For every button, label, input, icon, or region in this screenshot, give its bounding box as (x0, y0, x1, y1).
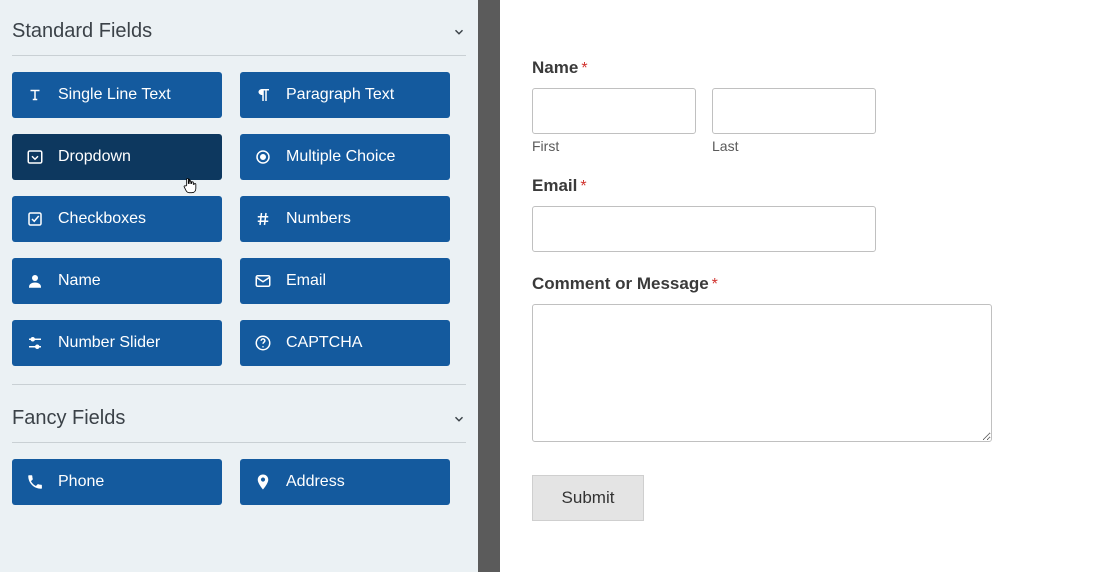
field-number-slider[interactable]: Number Slider (12, 320, 222, 366)
radio-icon (254, 148, 272, 166)
previous-field-cutoff (522, 0, 1062, 30)
map-pin-icon (254, 473, 272, 491)
field-phone[interactable]: Phone (12, 459, 222, 505)
paragraph-icon (254, 86, 272, 104)
email-label: Email (532, 176, 577, 195)
field-paragraph-text[interactable]: Paragraph Text (240, 72, 450, 118)
required-mark: * (712, 276, 718, 293)
divider (12, 384, 466, 385)
comment-textarea[interactable] (532, 304, 992, 442)
email-input[interactable] (532, 206, 876, 252)
required-mark: * (581, 60, 587, 77)
field-name[interactable]: Name (12, 258, 222, 304)
chevron-down-icon (452, 25, 466, 39)
panel-divider (478, 0, 500, 572)
fancy-fields-grid: Phone Address (12, 459, 466, 505)
fancy-fields-header[interactable]: Fancy Fields (12, 401, 466, 436)
field-label: Phone (58, 473, 104, 491)
field-label: Name (58, 272, 101, 290)
checkbox-icon (26, 210, 44, 228)
comment-label: Comment or Message (532, 274, 709, 293)
last-sublabel: Last (712, 138, 876, 154)
field-label: CAPTCHA (286, 334, 362, 352)
first-name-input[interactable] (532, 88, 696, 134)
field-captcha[interactable]: CAPTCHA (240, 320, 450, 366)
field-checkboxes[interactable]: Checkboxes (12, 196, 222, 242)
chevron-down-icon (452, 412, 466, 426)
question-circle-icon (254, 334, 272, 352)
standard-fields-title: Standard Fields (12, 20, 152, 43)
field-label: Checkboxes (58, 210, 146, 228)
envelope-icon (254, 272, 272, 290)
field-label: Multiple Choice (286, 148, 395, 166)
text-icon (26, 86, 44, 104)
user-icon (26, 272, 44, 290)
divider (12, 55, 466, 56)
divider (12, 442, 466, 443)
field-multiple-choice[interactable]: Multiple Choice (240, 134, 450, 180)
phone-icon (26, 473, 44, 491)
name-label: Name (532, 58, 578, 77)
fancy-fields-title: Fancy Fields (12, 407, 125, 430)
last-name-input[interactable] (712, 88, 876, 134)
field-label: Single Line Text (58, 86, 171, 104)
field-label: Dropdown (58, 148, 131, 166)
first-sublabel: First (532, 138, 696, 154)
field-label: Address (286, 473, 345, 491)
fields-sidebar: Standard Fields Single Line Text Paragra… (0, 0, 478, 572)
comment-field-group[interactable]: Comment or Message* (532, 274, 1052, 447)
field-numbers[interactable]: Numbers (240, 196, 450, 242)
field-label: Paragraph Text (286, 86, 394, 104)
form-canvas: Name* First Last Email* Comment o (522, 0, 1062, 572)
field-label: Numbers (286, 210, 351, 228)
form-preview-area: Name* First Last Email* Comment o (500, 0, 1116, 572)
name-field-group[interactable]: Name* First Last (532, 58, 1052, 154)
required-mark: * (580, 178, 586, 195)
hash-icon (254, 210, 272, 228)
field-dropdown[interactable]: Dropdown (12, 134, 222, 180)
field-address[interactable]: Address (240, 459, 450, 505)
standard-fields-grid: Single Line Text Paragraph Text Dropdown… (12, 72, 466, 366)
standard-fields-header[interactable]: Standard Fields (12, 14, 466, 49)
field-label: Email (286, 272, 326, 290)
submit-button[interactable]: Submit (532, 475, 644, 521)
field-single-line-text[interactable]: Single Line Text (12, 72, 222, 118)
submit-label: Submit (562, 488, 615, 508)
dropdown-icon (26, 148, 44, 166)
field-label: Number Slider (58, 334, 160, 352)
email-field-group[interactable]: Email* (532, 176, 1052, 252)
field-email[interactable]: Email (240, 258, 450, 304)
sliders-icon (26, 334, 44, 352)
